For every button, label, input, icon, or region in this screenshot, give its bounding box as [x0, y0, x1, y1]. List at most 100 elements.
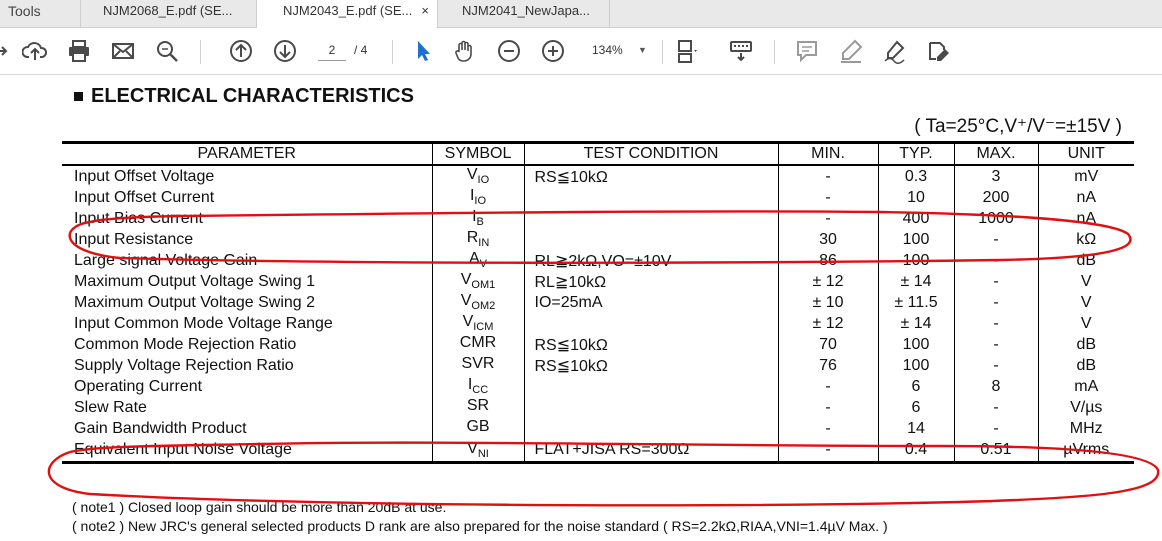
column-header: MIN. [777, 141, 878, 166]
cell-c [523, 208, 778, 229]
cell-p: Maximum Output Voltage Swing 1 [74, 272, 316, 290]
next-page-icon[interactable] [272, 38, 298, 64]
sign-icon[interactable] [882, 38, 908, 64]
hand-tool-icon[interactable] [452, 38, 478, 64]
symbol-subscript: ICM [473, 321, 494, 334]
zoom-level[interactable]: 134% [592, 40, 623, 60]
fill-sign-icon[interactable] [926, 38, 952, 64]
cell-s: VOM1 [431, 271, 524, 292]
cell-typ: ± 11.5 [877, 292, 954, 313]
table-row: Common Mode Rejection Ratio CMR RS≦10kΩ 70 1… [62, 334, 1134, 355]
cell-max: 0.51 [953, 439, 1038, 464]
column-header: MAX. [953, 141, 1038, 166]
zoom-in-icon[interactable] [540, 38, 566, 64]
cell-unit: MHz [1037, 418, 1134, 439]
cell-p: Equivalent Input Noise Voltage [62, 439, 432, 464]
select-cursor-icon[interactable] [410, 38, 436, 64]
email-icon[interactable] [110, 38, 136, 64]
table-row: Input Bias Current IB -400 1000 nA [62, 208, 1134, 229]
tab-bar: Tools NJM2068_E.pdf (SE... NJM2043_E.pdf… [0, 0, 1162, 28]
previous-page-icon[interactable] [228, 38, 254, 64]
table-row: Slew Rate SR -6- V/µs [62, 397, 1134, 418]
cell-unit: mV [1037, 165, 1134, 187]
symbol-subscript: OM2 [471, 300, 496, 313]
note-2: ( note2 ) New JRC's general selected pro… [72, 518, 888, 534]
cell-max: - [953, 397, 1038, 418]
cell-max: 1000 [953, 208, 1038, 229]
symbol-main: GB [466, 418, 490, 436]
table-row: Input Common Mode Voltage Range VICM ± 12 ±… [62, 313, 1134, 334]
cell-min: ± 12 [777, 313, 878, 334]
cell-max: 8 [953, 376, 1038, 397]
cell-p: Input Offset Voltage [74, 167, 215, 185]
cell-max: - [953, 292, 1038, 313]
upload-cloud-icon[interactable] [21, 38, 48, 64]
cell-s: SR [431, 397, 524, 418]
cell-unit: dB [1037, 355, 1134, 376]
cell-c: IO=25mA [523, 292, 778, 313]
highlight-pen-icon[interactable] [838, 38, 864, 64]
cell-typ: 6 [877, 397, 954, 418]
page-number-input[interactable]: 2 [318, 40, 346, 61]
pdf-toolbar: 2 / 4 134% ▼ [0, 28, 1162, 75]
tools-tab[interactable]: Tools [8, 0, 68, 27]
cell-min: 70 [777, 334, 878, 355]
cell-max: - [953, 271, 1038, 292]
cell-s: ICC [431, 376, 524, 397]
cell-c [523, 229, 778, 250]
cell-min: - [777, 376, 878, 397]
tab-njm2043-active[interactable]: NJM2043_E.pdf (SE... × [256, 0, 438, 28]
cell-typ: ± 14 [877, 313, 954, 334]
cell-c [523, 397, 778, 418]
symbol-main: SVR [461, 355, 495, 373]
cell-typ: 400 [877, 208, 954, 229]
comment-icon[interactable] [794, 38, 820, 64]
cell-max: - [953, 229, 1038, 250]
table-row: Large signal Voltage Gain AV RL≧2kΩ,VO=±10… [62, 250, 1134, 271]
cell-unit: dB [1037, 250, 1134, 271]
cell-c [523, 376, 778, 397]
cell-unit: V [1037, 313, 1134, 334]
symbol-main: A [468, 250, 480, 268]
cell-max: - [953, 334, 1038, 355]
cell-c: RL≧10kΩ [523, 271, 778, 292]
electrical-characteristics-table: PARAMETER SYMBOL TEST CONDITION MIN. TYP. MAX… [62, 141, 1134, 464]
cell-min: 30 [777, 229, 878, 250]
symbol-subscript: NI [477, 448, 489, 461]
fit-page-icon[interactable] [674, 38, 700, 64]
cell-typ: 100 [877, 250, 954, 271]
tab-njm2068[interactable]: NJM2068_E.pdf (SE... [80, 0, 248, 27]
tab-label: NJM2043_E.pdf (SE... [283, 3, 413, 18]
symbol-main: V [460, 271, 472, 289]
print-icon[interactable] [66, 38, 92, 64]
table-row: Equivalent Input Noise Voltage VNI FLAT+JI… [62, 439, 1134, 464]
tab-njm2041[interactable]: NJM2041_NewJapa... [440, 0, 610, 27]
cell-s: VIO [431, 165, 524, 187]
search-icon[interactable] [154, 38, 180, 64]
cell-unit: nA [1037, 187, 1134, 208]
cell-max: - [953, 418, 1038, 439]
cell-c [523, 313, 778, 334]
cell-c: RS≦10kΩ [523, 355, 778, 376]
pdf-page: ELECTRICAL CHARACTERISTICS ( Ta=25°C,V⁺/… [0, 75, 1162, 541]
symbol-main: V [467, 439, 478, 457]
table-row: Gain Bandwidth Product GB -14- MHz [62, 418, 1134, 439]
cell-s: IB [431, 208, 524, 229]
cell-typ: 100 [877, 334, 954, 355]
cell-typ: 100 [877, 229, 954, 250]
symbol-main: V [462, 313, 474, 331]
cell-s: VOM2 [431, 292, 524, 313]
cell-max: 3 [953, 165, 1038, 187]
cell-unit: nA [1037, 208, 1134, 229]
close-tab-icon[interactable]: × [421, 0, 429, 22]
cell-p: Large signal Voltage Gain [74, 251, 258, 269]
cell-s: AV [431, 250, 524, 271]
keyboard-icon[interactable] [728, 38, 754, 64]
chevron-down-icon[interactable]: ▼ [638, 40, 647, 60]
zoom-out-icon[interactable] [496, 38, 522, 64]
table-row: Input Resistance RIN 30 100- kΩ [62, 229, 1134, 250]
cell-p: Operating Current [74, 377, 203, 395]
save-icon[interactable] [0, 38, 18, 64]
cell-p: Input Bias Current [74, 209, 203, 227]
toolbar-divider [200, 40, 201, 64]
